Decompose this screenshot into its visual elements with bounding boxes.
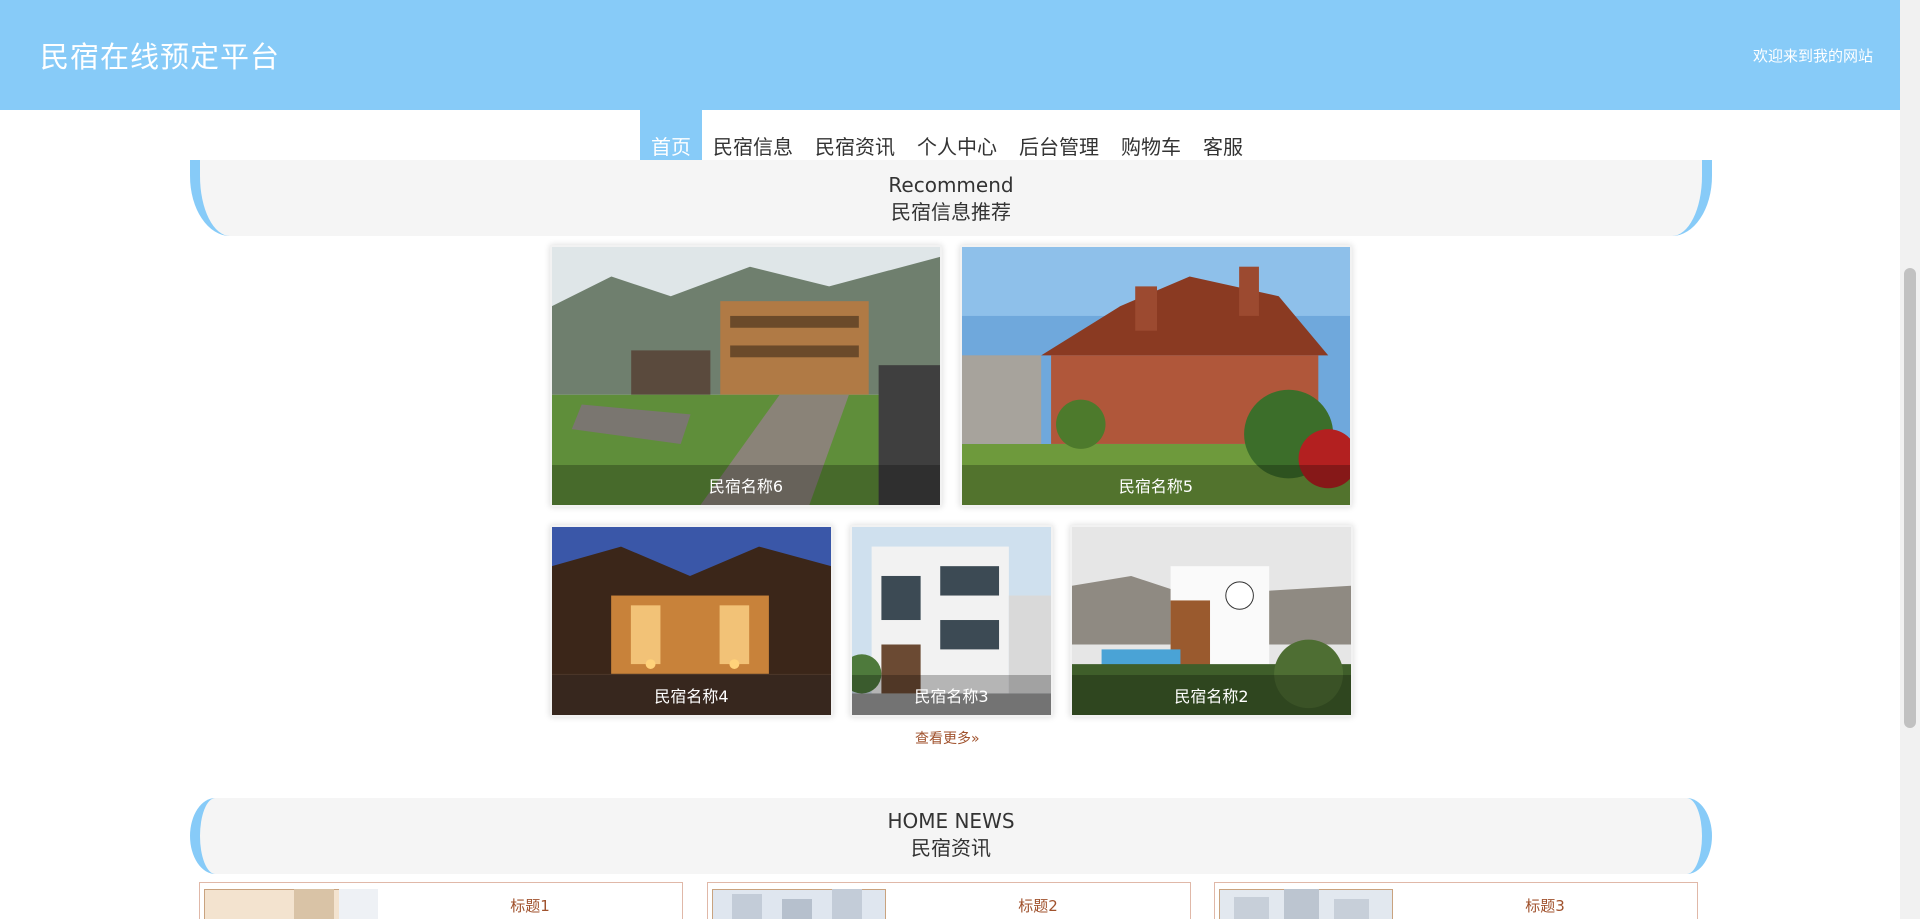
welcome-text: 欢迎来到我的网站 [1752,47,1873,65]
vertical-scrollbar[interactable] [1900,0,1920,919]
homestay-name: 民宿名称4 [552,675,831,715]
recommend-section-header: Recommend 民宿信息推荐 [190,160,1712,236]
homestay-name: 民宿名称6 [552,465,940,505]
news-thumbnail [204,889,378,919]
news-title: 标题1 [510,897,550,915]
homestay-card[interactable]: 民宿名称3 [850,525,1053,717]
news-item[interactable]: 标题1 [199,882,683,919]
homestay-name: 民宿名称5 [962,465,1350,505]
view-more-label: 查看更多 [915,731,971,747]
news-section-header: HOME NEWS 民宿资讯 [190,798,1712,874]
news-title-en: HOME NEWS [887,809,1015,833]
news-title-cn: 民宿资讯 [911,836,991,860]
news-title: 标题3 [1525,897,1565,915]
site-title[interactable]: 民宿在线预定平台 [40,34,280,76]
news-item[interactable]: 标题3 [1214,882,1698,919]
view-more-link[interactable]: 查看更多» [915,728,980,748]
news-thumbnail [1219,889,1393,919]
news-title: 标题2 [1018,897,1058,915]
homestay-name: 民宿名称3 [852,675,1051,715]
page: 民宿在线预定平台 欢迎来到我的网站 首页 民宿信息 民宿资讯 个人中心 后台管理… [0,0,1920,919]
scrollbar-thumb[interactable] [1904,268,1916,728]
homestay-card[interactable]: 民宿名称2 [1070,525,1353,717]
news-thumbnail [712,889,886,919]
homestay-card[interactable]: 民宿名称5 [960,245,1352,507]
homestay-card[interactable]: 民宿名称4 [550,525,833,717]
homestay-card[interactable]: 民宿名称6 [550,245,942,507]
double-chevron-right-icon: » [971,731,980,747]
recommend-title-cn: 民宿信息推荐 [891,200,1011,224]
site-header: 民宿在线预定平台 欢迎来到我的网站 [0,0,1900,110]
news-item[interactable]: 标题2 [707,882,1191,919]
recommend-title-en: Recommend [888,173,1014,197]
homestay-name: 民宿名称2 [1072,675,1351,715]
